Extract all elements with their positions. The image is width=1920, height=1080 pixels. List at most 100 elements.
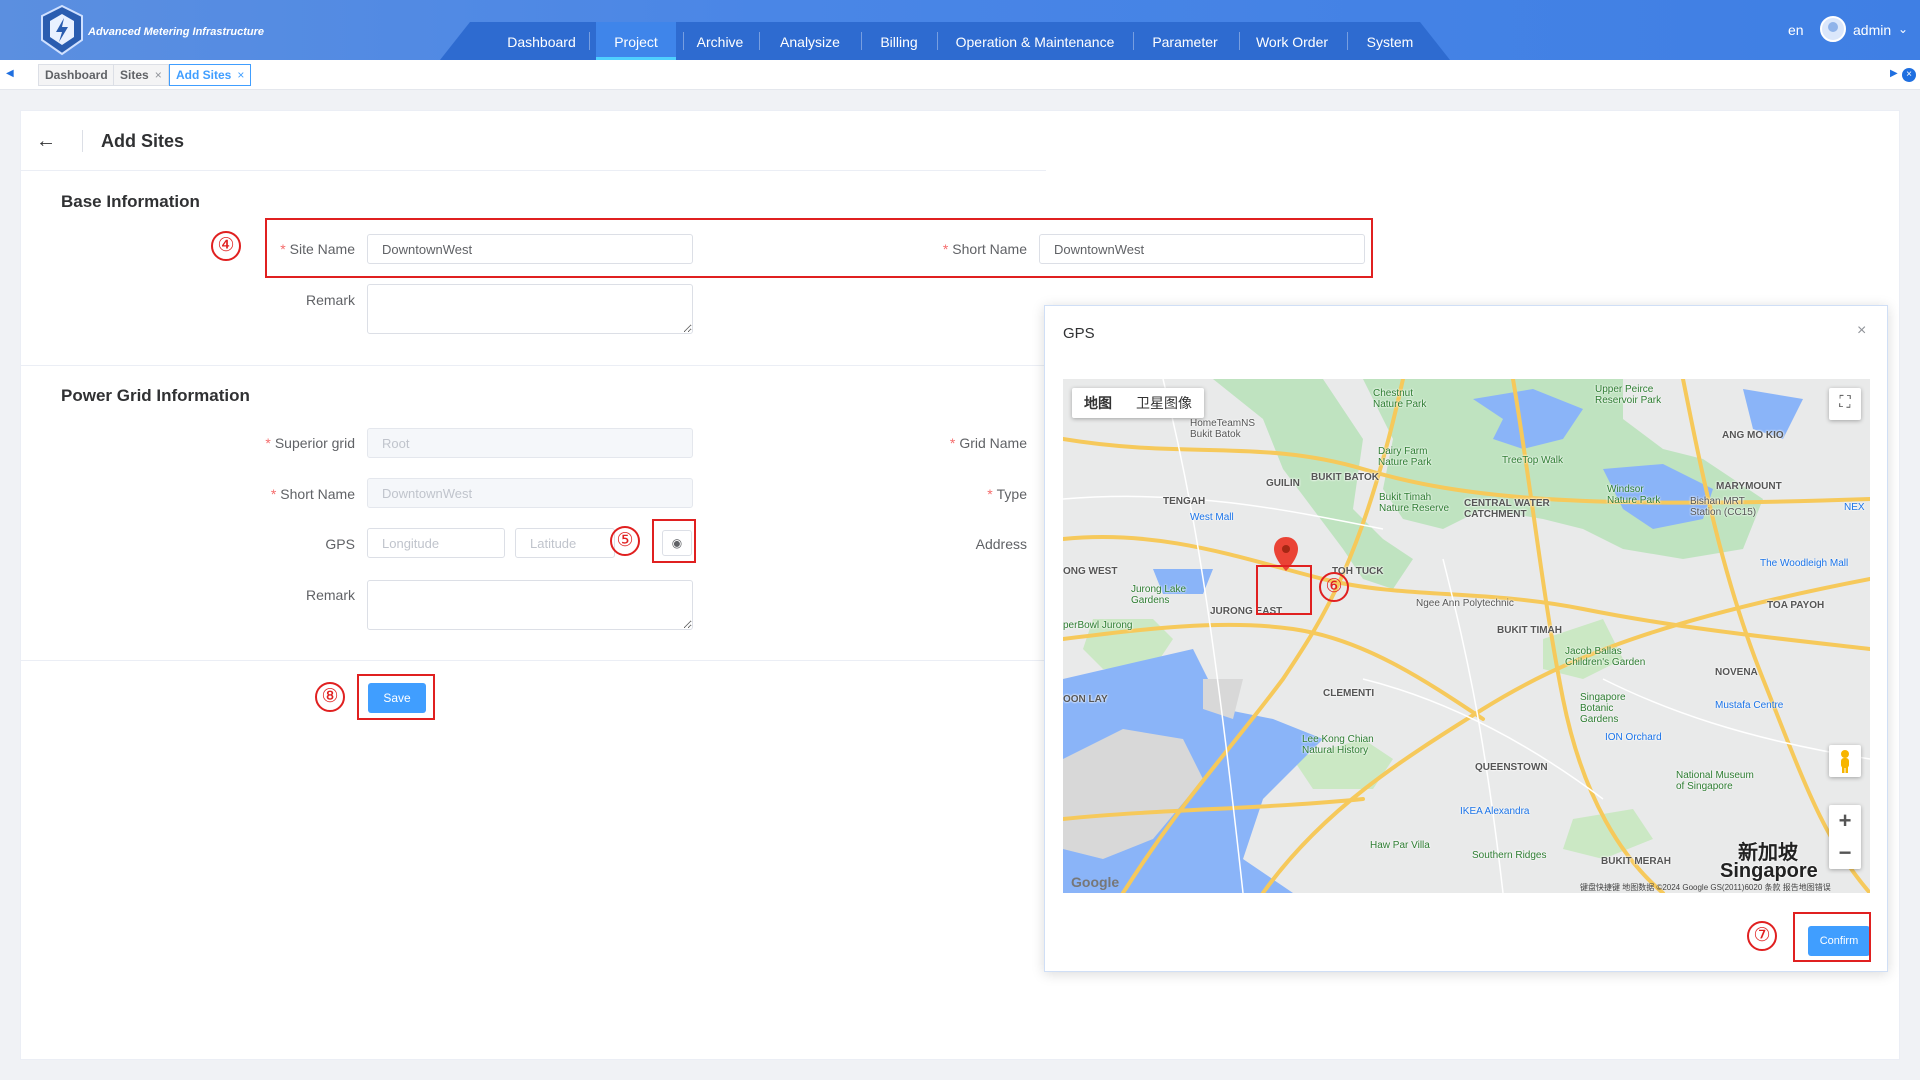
map-label: QUEENSTOWN [1475,762,1548,773]
map-label: Chestnut Nature Park [1373,388,1427,410]
annotation-box-4 [265,218,1373,278]
nav-parameter[interactable]: Parameter [1136,22,1234,60]
remark-textarea[interactable] [367,284,693,334]
annotation-box-7 [1793,912,1871,962]
map-label: Haw Par Villa [1370,840,1430,851]
app-logo [41,4,83,56]
map-label: National Museum of Singapore [1676,770,1754,792]
annotation-7: ⑦ [1747,921,1777,951]
map-label: NOVENA [1715,667,1758,678]
annotation-box-6 [1256,565,1312,615]
chevron-down-icon[interactable]: ⌄ [1898,22,1908,36]
annotation-box-5 [652,519,696,563]
map-label: Bukit Timah Nature Reserve [1379,492,1450,514]
map-label: The Woodleigh Mall [1760,558,1849,569]
pg-short-name-input[interactable] [367,478,693,508]
close-icon[interactable]: × [155,68,162,82]
zoom-out-icon[interactable]: − [1829,837,1861,869]
app-title: Advanced Metering Infrastructure [88,26,265,38]
fullscreen-icon[interactable]: ⛶ [1829,388,1861,420]
nav-divider [1347,32,1348,50]
type-label: * Type [987,486,1027,502]
map-label: HomeTeamNS Bukit Batok [1190,418,1256,440]
nav-operation-maintenance[interactable]: Operation & Maintenance [940,22,1130,60]
nav-divider [937,32,938,50]
map-type-satellite[interactable]: 卫星图像 [1124,388,1204,418]
pg-remark-textarea[interactable] [367,580,693,630]
tab-add-sites[interactable]: Add Sites × [169,64,252,86]
tabs-bar [0,60,1920,90]
map-label: BUKIT MERAH [1601,856,1671,867]
annotation-8: ⑧ [315,682,345,712]
nav-analysize[interactable]: Analysize [762,22,858,60]
map-type-roadmap[interactable]: 地图 [1072,388,1124,418]
map-label: TOA PAYOH [1767,600,1825,611]
annotation-5: ⑤ [610,526,640,556]
pg-remark-label: Remark [305,587,355,603]
superior-grid-label: * Superior grid [265,435,355,451]
map-label: BUKIT BATOK [1311,472,1379,483]
map-label: West Mall [1190,512,1234,523]
nav-billing[interactable]: Billing [864,22,934,60]
nav-dashboard[interactable]: Dashboard [494,22,589,60]
map-label: IKEA Alexandra [1460,806,1530,817]
nav-work-order[interactable]: Work Order [1242,22,1342,60]
map-label: NEX [1844,502,1865,513]
street-view-pegman-icon[interactable] [1829,745,1861,777]
gps-label: GPS [325,536,355,552]
divider [20,170,1046,171]
map-label: Mustafa Centre [1715,700,1784,711]
back-arrow-icon[interactable]: ← [36,130,56,153]
close-icon[interactable]: × [1857,322,1866,340]
user-menu[interactable]: admin [1853,22,1891,38]
map-label: MARYMOUNT [1716,481,1782,492]
map-label: Bishan MRT Station (CC15) [1690,496,1757,518]
grid-name-label: * Grid Name [949,435,1027,451]
pegman-icon [1841,750,1849,773]
map-label: TreeTop Walk [1502,455,1563,466]
annotation-6: ⑥ [1319,572,1349,602]
map-label: TENGAH [1163,496,1206,507]
tab-label: Add Sites [176,68,232,82]
tab-label: Sites [120,68,149,82]
section-title-power-grid: Power Grid Information [61,386,250,405]
nav-archive[interactable]: Archive [684,22,756,60]
latitude-input[interactable] [515,528,615,558]
map-label: Jurong Lake Gardens [1131,584,1187,606]
close-all-tabs-icon[interactable]: × [1902,68,1916,82]
remark-label: Remark [305,292,355,308]
nav-project[interactable]: Project [596,22,676,60]
zoom-control: + − [1829,805,1861,869]
map-label: perBowl Jurong [1063,620,1133,631]
language-switch[interactable]: en [1788,22,1804,38]
map-label: GUILIN [1266,478,1300,489]
annotation-4: ④ [211,231,241,261]
map-label: Upper Peirce Reservoir Park [1595,384,1662,406]
tab-scroll-left-icon[interactable]: ◀ [6,68,14,79]
map-label: ONG WEST [1063,566,1118,577]
close-icon[interactable]: × [237,68,244,82]
nav-divider [861,32,862,50]
avatar[interactable] [1820,16,1846,42]
tab-dashboard[interactable]: Dashboard [38,64,115,86]
map-label: Singapore [1720,860,1818,882]
nav-divider [1133,32,1134,50]
tab-sites[interactable]: Sites × [113,64,169,86]
longitude-input[interactable] [367,528,505,558]
map-label: Dairy Farm Nature Park [1378,446,1432,468]
nav-divider [759,32,760,50]
divider [20,365,1046,366]
nav-system[interactable]: System [1350,22,1430,60]
tab-label: Dashboard [45,68,108,82]
map-label: Southern Ridges [1472,850,1547,861]
zoom-in-icon[interactable]: + [1829,805,1861,837]
map-attribution[interactable]: 键盘快捷键 地图数据 ©2024 Google GS(2011)6020 条款 … [1580,882,1831,893]
map-label: Singapore Botanic Gardens [1580,692,1626,725]
pg-short-name-label: * Short Name [270,486,355,502]
tab-scroll-right-icon[interactable]: ▶ [1890,68,1898,79]
title-divider [82,130,83,152]
page-title: Add Sites [101,131,185,151]
map-type-control: 地图 卫星图像 [1072,388,1204,418]
superior-grid-input[interactable] [367,428,693,458]
nav-divider [589,32,590,50]
